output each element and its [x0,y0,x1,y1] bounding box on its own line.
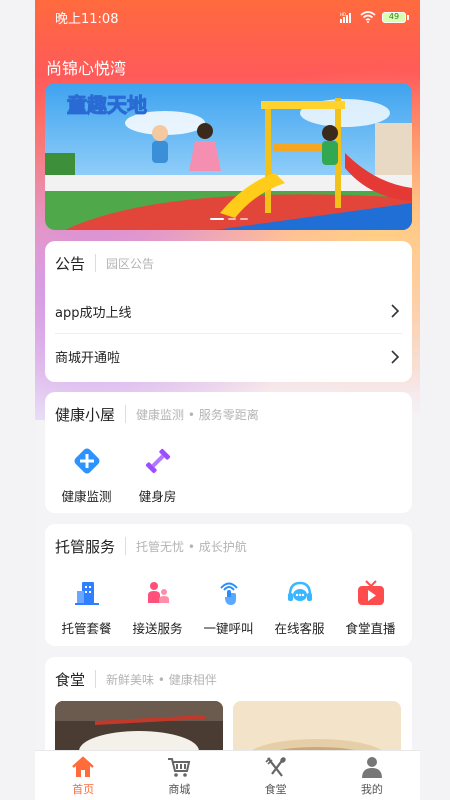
tab-mall[interactable]: 商城 [149,755,209,797]
grid-item-label: 在线客服 [274,621,325,636]
divider [95,670,97,688]
care-subtitle: 托管无忧 • 成长护航 [136,539,247,554]
signal-icon: HD [340,12,351,23]
building-icon [70,576,104,610]
canteen-subtitle: 新鲜美味 • 健康相伴 [106,672,217,687]
health-title: 健康小屋 [55,405,116,424]
grid-item-label: 托管套餐 [61,621,112,636]
app-screen: 晚上11:08 HD 49 尚锦心悦湾 童趣天地 公告 园区公告 app成功上线… [35,0,420,800]
tab-label: 我的 [360,782,383,796]
divider [95,254,97,272]
chevron-right-icon [391,304,400,318]
banner-caption: 童趣天地 [67,93,148,118]
app-title: 尚锦心悦湾 [46,59,127,78]
grid-item-label: 一键呼叫 [203,621,254,636]
status-bar: 晚上11:08 HD 49 [35,0,420,34]
canteen-card: 食堂 新鲜美味 • 健康相伴 [45,657,412,761]
tab-profile[interactable]: 我的 [342,755,402,797]
care-package-button[interactable]: 托管套餐 [51,576,122,637]
home-icon [70,755,96,779]
tv-play-icon [354,576,388,610]
divider [125,537,127,555]
health-monitor-button[interactable]: 健康监测 [51,444,122,505]
bottom-tab-bar: 首页 商城 食堂 我的 [35,750,420,800]
cart-icon [166,755,192,779]
canteen-title: 食堂 [55,670,86,689]
health-header: 健康小屋 健康监测 • 服务零距离 [45,392,412,436]
health-card: 健康小屋 健康监测 • 服务零距离 健康监测 健身房 [45,392,412,513]
notice-item[interactable]: 商城开通啦 [55,334,402,379]
care-title: 托管服务 [55,537,116,556]
care-card: 托管服务 托管无忧 • 成长护航 托管套餐 接送服务 一键呼叫 在线客服 食堂直… [45,524,412,646]
plus-diamond-icon [70,444,104,478]
status-icons: HD 49 [340,11,409,23]
notice-item-label: 商城开通啦 [55,351,121,366]
one-tap-call-button[interactable]: 一键呼叫 [193,576,264,637]
notice-subtitle: 园区公告 [106,256,155,271]
canteen-header: 食堂 新鲜美味 • 健康相伴 [45,657,412,701]
headset-icon [283,576,317,610]
online-service-button[interactable]: 在线客服 [264,576,335,637]
grid-item-label: 接送服务 [132,621,183,636]
chevron-right-icon [391,349,400,364]
tap-call-icon [212,576,246,610]
canteen-live-button[interactable]: 食堂直播 [335,576,406,637]
battery-icon: 49 [382,11,409,23]
grid-item-label: 健身房 [138,489,177,504]
care-grid: 托管套餐 接送服务 一键呼叫 在线客服 食堂直播 [45,568,412,637]
gym-button[interactable]: 健身房 [122,444,193,505]
health-grid: 健康监测 健身房 [45,436,412,505]
divider [125,405,127,423]
tab-canteen[interactable]: 食堂 [246,755,306,797]
notice-header: 公告 园区公告 [45,241,412,285]
notice-item[interactable]: app成功上线 [55,289,402,334]
notice-card: 公告 园区公告 app成功上线 商城开通啦 [45,241,412,382]
tab-label: 首页 [72,782,95,796]
carousel-dots [45,218,412,220]
carousel-dot [239,218,248,220]
parent-child-icon [141,576,175,610]
health-subtitle: 健康监测 • 服务零距离 [136,407,259,422]
tab-home[interactable]: 首页 [53,755,113,797]
pickup-service-button[interactable]: 接送服务 [122,576,193,637]
user-icon [359,755,385,779]
tab-label: 商城 [168,782,191,796]
svg-text:HD: HD [340,12,346,17]
care-header: 托管服务 托管无忧 • 成长护航 [45,524,412,568]
banner-carousel[interactable]: 童趣天地 [45,83,412,230]
notice-title: 公告 [55,254,86,273]
grid-item-label: 食堂直播 [345,621,396,636]
tab-label: 食堂 [264,782,287,796]
grid-item-label: 健康监测 [61,489,112,504]
carousel-dot [227,218,236,220]
wifi-icon [360,11,376,23]
carousel-dot [209,218,224,220]
status-time: 晚上11:08 [55,11,119,27]
dumbbell-icon [141,444,175,478]
notice-item-label: app成功上线 [55,305,132,321]
utensils-icon [263,755,289,779]
